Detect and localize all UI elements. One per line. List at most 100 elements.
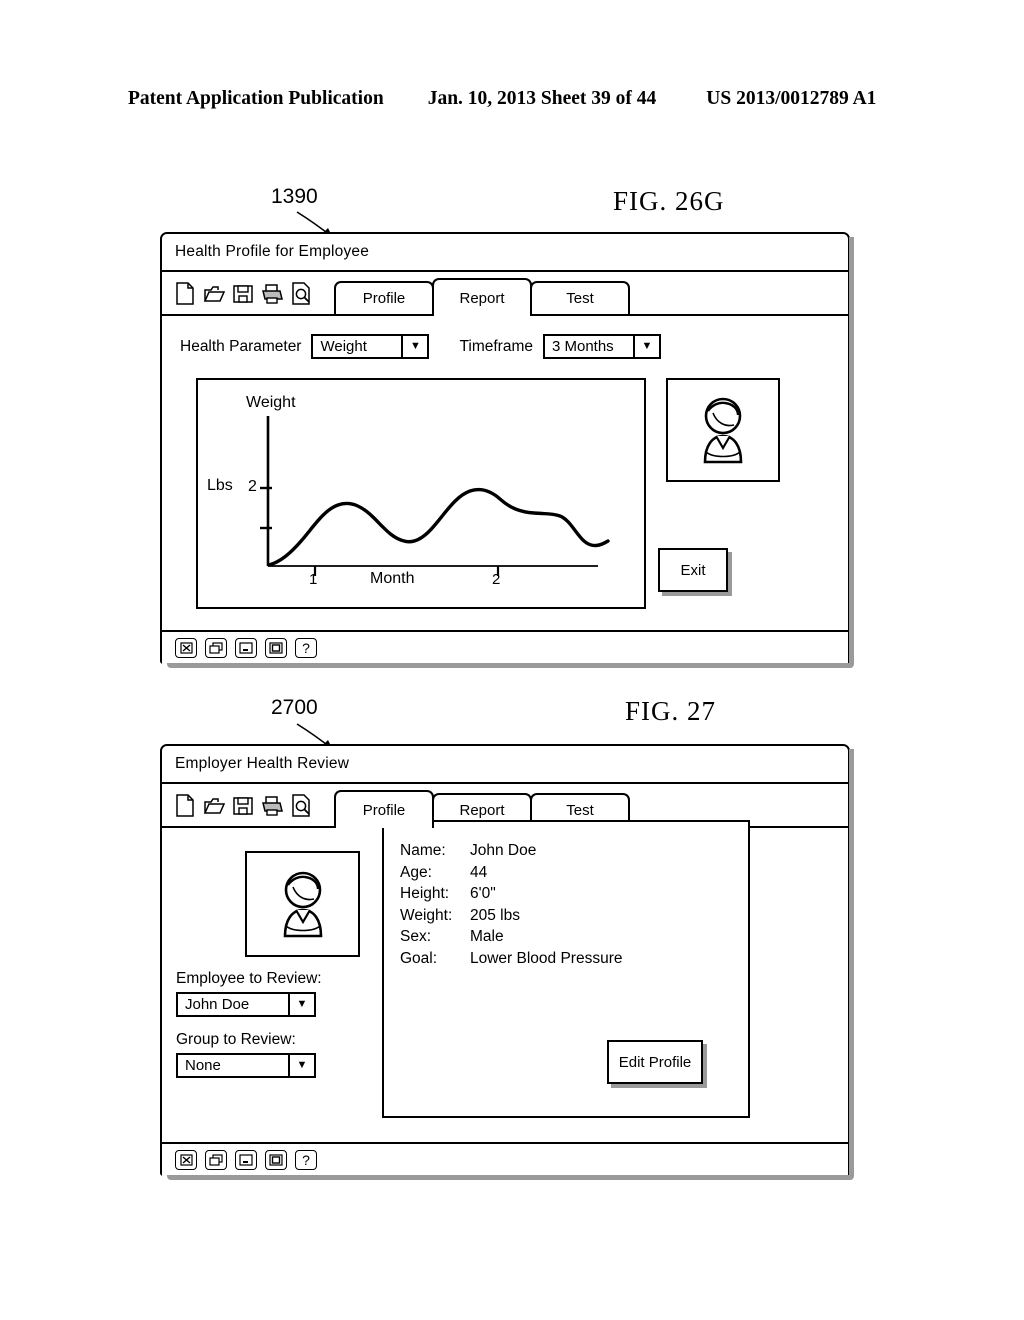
weight-chart: Weight Lbs 2 Month 1 2: [198, 380, 644, 607]
minimize-icon[interactable]: [235, 638, 257, 658]
tab-profile-label: Profile: [362, 290, 406, 307]
window-health-profile-for-employee: Health Profile for Employee Profile Repo…: [160, 232, 854, 668]
tab-bar: Profile Report Test: [334, 278, 630, 316]
profile-label-height: Height:: [400, 885, 450, 902]
profile-label-goal: Goal:: [400, 949, 438, 967]
profile-value-goal: Lower Blood Pressure: [470, 949, 623, 967]
restore-cascade-icon[interactable]: [205, 638, 227, 658]
profile-row-height: Height: 6'0": [400, 883, 623, 905]
maximize-icon[interactable]: [265, 638, 287, 658]
profile-row-weight: Weight: 205 lbs: [400, 905, 623, 927]
profile-value-name: John Doe: [470, 842, 537, 859]
tab-test-label: Test: [566, 802, 594, 819]
employee-to-review-label: Employee to Review:: [176, 970, 322, 987]
profile-label-weight: Weight:: [400, 906, 453, 924]
minimize-icon[interactable]: [235, 1150, 257, 1170]
exit-button-label: Exit: [680, 561, 706, 579]
titlebar: Employer Health Review: [162, 746, 848, 784]
edit-profile-button[interactable]: Edit Profile: [607, 1040, 703, 1084]
help-icon[interactable]: ?: [295, 638, 317, 658]
close-icon[interactable]: [175, 638, 197, 658]
employee-photo: [245, 851, 360, 957]
statusbar: ?: [162, 630, 848, 664]
chevron-down-icon[interactable]: ▼: [401, 336, 427, 357]
chart-svg: [260, 416, 610, 576]
tab-profile[interactable]: Profile: [334, 790, 434, 828]
new-document-icon[interactable]: [174, 794, 196, 817]
chart-panel: Weight Lbs 2 Month 1 2: [196, 378, 646, 609]
toolbar-icon-group: [174, 794, 312, 826]
profile-value-height: 6'0": [470, 885, 496, 902]
chevron-down-icon[interactable]: ▼: [288, 1055, 314, 1076]
reference-numeral-2700: 2700: [271, 696, 318, 719]
profile-field-list: Name: John Doe Age: 44 Height: 6'0" Weig…: [400, 840, 623, 969]
profile-value-sex: Male: [470, 928, 504, 945]
publication-header-date: Jan. 10, 2013 Sheet 39 of 44: [427, 88, 657, 109]
profile-label-name: Name:: [400, 842, 446, 859]
employee-to-review-value: John Doe: [185, 996, 250, 1013]
help-icon-glyph: ?: [302, 1152, 310, 1168]
window-body: Employee to Review: John Doe ▼ Group to …: [162, 820, 848, 1176]
profile-row-name: Name: John Doe: [400, 840, 623, 862]
tab-test[interactable]: Test: [530, 281, 630, 314]
group-to-review-value: None: [185, 1057, 221, 1074]
publication-header: Patent Application Publication Jan. 10, …: [128, 88, 896, 110]
employee-photo: [666, 378, 780, 482]
maximize-icon[interactable]: [265, 1150, 287, 1170]
save-floppy-icon[interactable]: [232, 794, 254, 817]
window-body: Health Parameter Weight ▼ Timeframe 3 Mo…: [162, 316, 848, 664]
timeframe-label: Timeframe: [459, 337, 533, 355]
chevron-down-icon[interactable]: ▼: [632, 336, 659, 357]
person-avatar-icon: [283, 871, 322, 938]
publication-header-left: Patent Application Publication: [128, 88, 384, 109]
health-parameter-value: Weight: [320, 338, 367, 355]
exit-button[interactable]: Exit: [658, 548, 728, 592]
figure-title-26g: FIG. 26G: [613, 186, 725, 216]
profile-value-weight: 205 lbs: [470, 906, 520, 924]
close-icon[interactable]: [175, 1150, 197, 1170]
profile-label-sex: Sex:: [400, 928, 432, 945]
print-preview-icon[interactable]: [290, 794, 312, 817]
health-parameter-select[interactable]: Weight ▼: [311, 334, 430, 359]
chevron-down-icon[interactable]: ▼: [288, 994, 314, 1015]
profile-row-age: Age: 44: [400, 862, 623, 884]
profile-row-sex: Sex: Male: [400, 926, 623, 948]
publication-header-number: US 2013/0012789 A1: [706, 88, 877, 109]
health-parameter-label: Health Parameter: [180, 337, 302, 355]
restore-cascade-icon[interactable]: [205, 1150, 227, 1170]
open-folder-icon[interactable]: [203, 282, 226, 305]
tab-profile-label: Profile: [362, 801, 406, 819]
window-title: Health Profile for Employee: [175, 243, 370, 260]
group-to-review-group: Group to Review: None ▼: [176, 1031, 316, 1078]
profile-label-age: Age:: [400, 863, 432, 881]
statusbar: ?: [162, 1142, 848, 1176]
group-to-review-select[interactable]: None ▼: [176, 1053, 316, 1078]
toolbar: Profile Report Test: [162, 272, 848, 316]
tab-test-label: Test: [566, 290, 594, 307]
window-title: Employer Health Review: [175, 755, 350, 772]
help-icon-glyph: ?: [302, 640, 310, 656]
person-avatar-icon: [703, 397, 743, 464]
timeframe-select[interactable]: 3 Months ▼: [542, 334, 661, 359]
print-icon[interactable]: [261, 282, 283, 305]
print-preview-icon[interactable]: [290, 282, 312, 305]
profile-value-age: 44: [470, 863, 488, 881]
employee-to-review-group: Employee to Review: John Doe ▼: [176, 970, 322, 1017]
group-to-review-label: Group to Review:: [176, 1031, 296, 1048]
help-icon[interactable]: ?: [295, 1150, 317, 1170]
tab-report[interactable]: Report: [432, 278, 532, 316]
new-document-icon[interactable]: [174, 282, 196, 305]
titlebar: Health Profile for Employee: [162, 234, 848, 272]
reference-numeral-1390: 1390: [271, 185, 318, 208]
profile-detail-panel: Name: John Doe Age: 44 Height: 6'0" Weig…: [382, 820, 750, 1118]
tab-profile[interactable]: Profile: [334, 281, 434, 314]
employee-to-review-select[interactable]: John Doe ▼: [176, 992, 316, 1017]
timeframe-value: 3 Months: [551, 338, 614, 355]
figure-title-27: FIG. 27: [625, 696, 717, 726]
print-icon[interactable]: [261, 794, 283, 817]
tab-report-label: Report: [459, 802, 505, 819]
save-floppy-icon[interactable]: [232, 282, 254, 305]
window-employer-health-review: Employer Health Review Profile Report Te…: [160, 744, 854, 1180]
open-folder-icon[interactable]: [203, 794, 226, 817]
toolbar-icon-group: [174, 282, 312, 314]
